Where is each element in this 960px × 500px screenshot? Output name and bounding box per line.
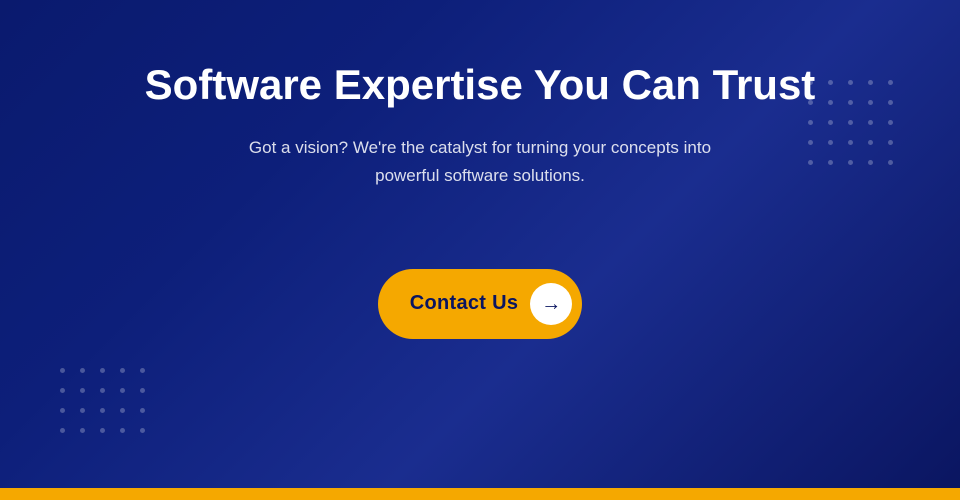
gold-accent-bar: [0, 488, 960, 500]
dots-pattern-left: [60, 368, 152, 440]
arrow-icon: →: [541, 294, 561, 314]
hero-subtitle: Got a vision? We're the catalyst for tur…: [220, 134, 740, 188]
hero-title: Software Expertise You Can Trust: [145, 60, 816, 110]
hero-section: Software Expertise You Can Trust Got a v…: [0, 0, 960, 500]
arrow-circle: →: [530, 283, 572, 325]
dots-pattern-right: [808, 80, 900, 172]
contact-us-button[interactable]: Contact Us →: [378, 269, 583, 339]
cta-button-label: Contact Us: [410, 292, 519, 315]
